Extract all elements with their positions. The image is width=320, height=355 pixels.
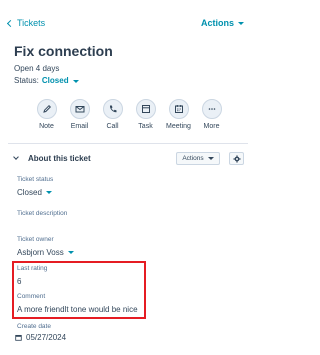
note-label: Note <box>39 123 54 130</box>
back-link-label: Tickets <box>17 18 46 28</box>
ticket-owner-dropdown[interactable]: Asbjorn Voss <box>17 248 74 257</box>
comment-value[interactable]: A more friendlt tone would be nice <box>17 305 138 314</box>
section-settings-button[interactable] <box>229 152 244 165</box>
call-action[interactable]: Call <box>102 99 123 130</box>
calendar-icon[interactable] <box>168 99 189 119</box>
calendar-icon <box>15 334 22 341</box>
chevron-left-icon <box>6 19 15 27</box>
last-rating-label: Last rating <box>17 265 48 272</box>
chevron-down-icon[interactable] <box>13 154 19 160</box>
more-action[interactable]: More <box>201 99 222 130</box>
top-bar: Tickets Actions <box>6 18 244 32</box>
ticket-status-dropdown[interactable]: Closed <box>17 188 52 197</box>
section-actions-button[interactable]: Actions <box>176 152 220 165</box>
more-label: More <box>203 123 220 130</box>
task-action[interactable]: Task <box>135 99 156 130</box>
caret-down-icon <box>238 21 244 25</box>
status-dropdown[interactable]: Closed <box>42 76 79 85</box>
caret-down-icon <box>207 157 214 160</box>
meeting-label: Meeting <box>166 123 191 130</box>
section-title: About this ticket <box>28 154 91 163</box>
meeting-action[interactable]: Meeting <box>166 99 191 130</box>
caret-down-icon <box>72 80 79 83</box>
email-icon[interactable] <box>69 99 90 119</box>
note-action[interactable]: Note <box>36 99 57 130</box>
more-icon[interactable] <box>201 99 222 119</box>
gear-icon <box>232 154 241 163</box>
phone-icon[interactable] <box>102 99 123 119</box>
open-duration: Open 4 days <box>14 64 60 73</box>
status-line: Status: Closed <box>14 76 79 85</box>
about-section-header[interactable]: About this ticket Actions <box>12 152 244 166</box>
create-date-value[interactable]: 05/27/2024 <box>15 333 66 342</box>
task-icon[interactable] <box>135 99 156 119</box>
status-prefix: Status: <box>14 76 39 85</box>
caret-down-icon <box>67 251 74 254</box>
email-label: Email <box>70 123 89 130</box>
ticket-title: Fix connection <box>14 43 113 59</box>
create-date-label: Create date <box>17 323 51 330</box>
ticket-description-label: Ticket description <box>17 210 68 217</box>
ticket-status-label: Ticket status <box>17 176 54 183</box>
email-action[interactable]: Email <box>69 99 90 130</box>
header-actions-dropdown[interactable]: Actions <box>201 18 244 28</box>
header-actions-label: Actions <box>200 18 234 28</box>
task-label: Task <box>138 123 153 130</box>
note-icon[interactable] <box>36 99 57 119</box>
caret-down-icon <box>45 191 52 194</box>
section-divider <box>8 143 248 144</box>
section-actions-label: Actions <box>182 155 204 162</box>
comment-label: Comment <box>17 293 46 300</box>
ticket-owner-label: Ticket owner <box>17 236 54 243</box>
last-rating-value[interactable]: 6 <box>17 277 21 286</box>
quick-actions-row: Note Email Call Task Meeting More <box>36 99 222 130</box>
call-label: Call <box>106 123 119 130</box>
back-to-tickets-link[interactable]: Tickets <box>6 18 46 28</box>
